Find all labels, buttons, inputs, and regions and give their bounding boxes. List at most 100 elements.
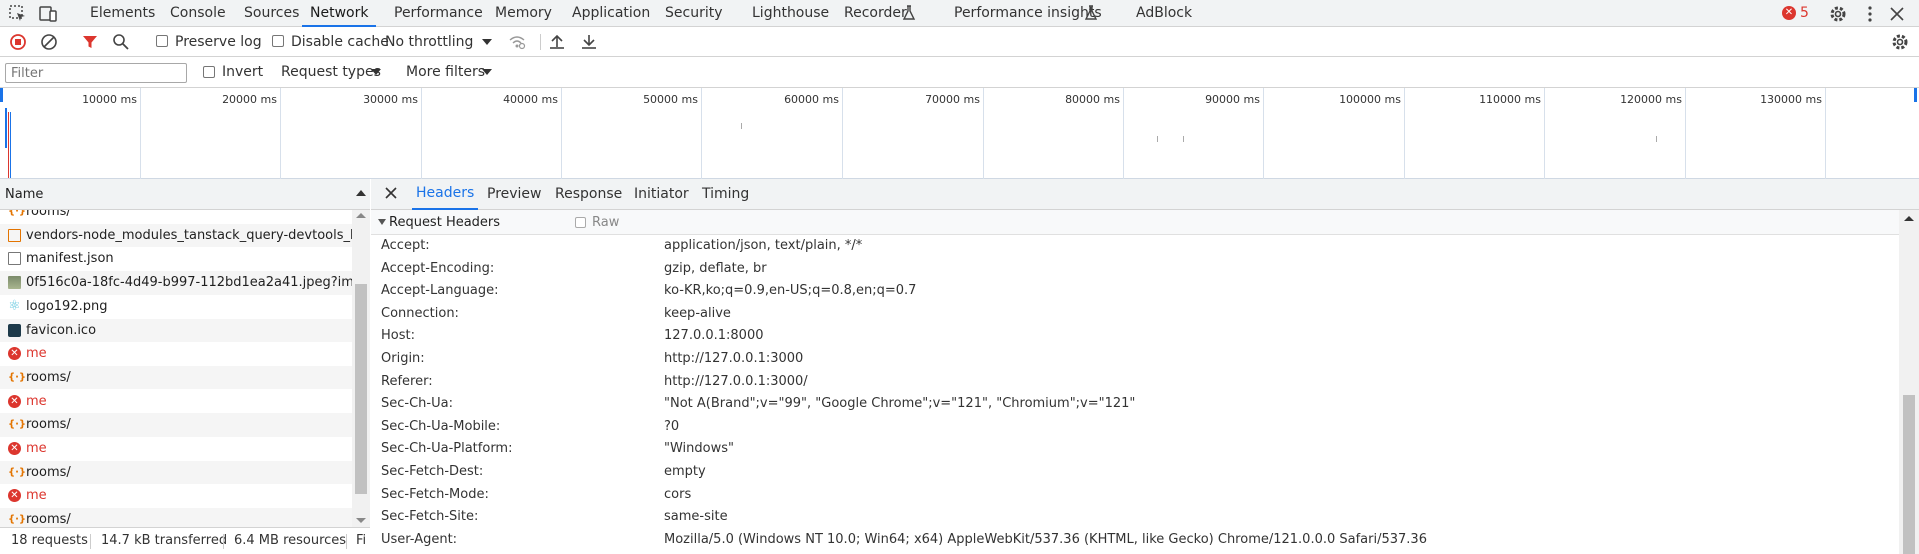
overview-left-handle[interactable] xyxy=(0,88,3,102)
status-divider xyxy=(346,534,347,549)
timeline-tick-label: 60000 ms xyxy=(784,93,839,106)
header-name: Accept-Encoding: xyxy=(381,260,495,276)
tab-performance[interactable]: Performance xyxy=(394,0,483,27)
request-headers-section[interactable]: Request Headers Raw xyxy=(371,210,1899,235)
request-bar-mark xyxy=(1157,136,1158,142)
network-settings-gear-icon[interactable] xyxy=(1890,32,1910,52)
request-row[interactable]: ⚛ logo192.png xyxy=(0,295,352,319)
more-options-icon[interactable] xyxy=(1860,4,1880,24)
chevron-down-icon[interactable] xyxy=(371,69,381,75)
tab-memory[interactable]: Memory xyxy=(495,0,552,27)
inspect-element-icon[interactable] xyxy=(8,4,28,24)
more-filters-dropdown[interactable]: More filters xyxy=(406,57,485,88)
details-scrollbar[interactable] xyxy=(1899,210,1919,554)
sort-ascending-icon[interactable] xyxy=(356,190,366,196)
timeline-tick-label: 10000 ms xyxy=(82,93,137,106)
header-value: gzip, deflate, br xyxy=(664,260,767,276)
tab-performance-insights[interactable]: Performance insights xyxy=(954,0,1102,27)
document-icon xyxy=(8,252,21,266)
request-row[interactable]: {·} rooms/ xyxy=(0,413,352,437)
scroll-up-icon[interactable] xyxy=(1904,216,1914,221)
device-toolbar-icon[interactable] xyxy=(38,4,58,24)
react-logo-icon: ⚛ xyxy=(8,297,21,314)
scroll-up-icon[interactable] xyxy=(356,213,366,218)
close-icon[interactable] xyxy=(383,185,399,201)
tab-adblock[interactable]: AdBlock xyxy=(1136,0,1192,27)
filter-bar: Invert Request types More filters xyxy=(0,57,1919,88)
tab-timing[interactable]: Timing xyxy=(702,179,749,210)
tab-console[interactable]: Console xyxy=(170,0,226,27)
name-column-header[interactable]: Name xyxy=(0,179,370,210)
error-icon: ✕ xyxy=(8,347,21,361)
tab-sources[interactable]: Sources xyxy=(244,0,299,27)
toolbar-divider xyxy=(540,34,541,50)
request-bar-mark xyxy=(741,123,742,129)
invert-label: Invert xyxy=(222,64,264,80)
scrollbar-thumb[interactable] xyxy=(355,284,367,494)
request-row[interactable]: favicon.ico xyxy=(0,318,352,342)
request-row[interactable]: ✕ me xyxy=(0,390,352,414)
tab-response[interactable]: Response xyxy=(555,179,622,210)
request-row[interactable]: vendors-node_modules_tanstack_query-devt… xyxy=(0,223,352,248)
disable-cache-checkbox[interactable] xyxy=(272,35,284,47)
overview-right-handle[interactable] xyxy=(1914,88,1917,102)
request-row[interactable]: 0f516c0a-18fc-4d49-b997-112bd1ea2a41.jpe… xyxy=(0,271,352,295)
error-icon: ✕ xyxy=(8,442,21,455)
preserve-log-checkbox[interactable] xyxy=(156,35,168,47)
filter-icon[interactable] xyxy=(80,32,100,52)
clear-icon[interactable] xyxy=(39,32,59,52)
invert-checkbox[interactable] xyxy=(203,66,215,78)
scroll-down-icon[interactable] xyxy=(356,518,366,523)
throttling-select[interactable]: No throttling xyxy=(385,27,473,57)
scrollbar-thumb[interactable] xyxy=(1903,395,1915,554)
request-name: me xyxy=(26,488,47,504)
tab-application[interactable]: Application xyxy=(572,0,650,27)
request-row[interactable]: {·} rooms/ xyxy=(0,210,352,224)
request-types-dropdown[interactable]: Request types xyxy=(281,57,381,88)
request-row[interactable]: ✕ me xyxy=(0,342,352,366)
timeline-tick-label: 90000 ms xyxy=(1205,93,1260,106)
request-row[interactable]: manifest.json xyxy=(0,247,352,271)
timeline-tick-label: 30000 ms xyxy=(363,93,418,106)
error-count[interactable]: 5 xyxy=(1800,0,1809,26)
request-row[interactable]: {·} rooms/ xyxy=(0,365,352,390)
gear-icon[interactable] xyxy=(1828,4,1848,24)
tab-recorder[interactable]: Recorder xyxy=(844,0,907,27)
filter-input[interactable] xyxy=(5,63,187,83)
request-row[interactable]: ✕ me xyxy=(0,437,352,461)
timeline-gridline xyxy=(1825,88,1826,179)
tab-network[interactable]: Network xyxy=(302,0,377,27)
tab-headers[interactable]: Headers xyxy=(412,179,479,210)
tab-initiator[interactable]: Initiator xyxy=(634,179,689,210)
error-icon: ✕ xyxy=(8,489,21,503)
tab-security[interactable]: Security xyxy=(665,0,723,27)
stop-recording-icon[interactable] xyxy=(8,32,28,52)
request-row[interactable]: {·} rooms/ xyxy=(0,460,352,485)
header-row: Referer: http://127.0.0.1:3000/ xyxy=(371,371,1899,394)
request-row[interactable]: {·} rooms/ xyxy=(0,508,352,527)
timeline-tick-label: 70000 ms xyxy=(925,93,980,106)
import-har-icon[interactable] xyxy=(547,32,567,52)
header-name: Accept: xyxy=(381,238,430,253)
chevron-down-icon[interactable] xyxy=(482,69,492,75)
header-name: User-Agent: xyxy=(381,531,458,547)
tab-preview[interactable]: Preview xyxy=(487,179,542,210)
tab-elements[interactable]: Elements xyxy=(90,0,155,27)
error-badge-icon[interactable]: ✕ xyxy=(1782,6,1796,20)
tab-lighthouse[interactable]: Lighthouse xyxy=(752,0,829,27)
header-row: Origin: http://127.0.0.1:3000 xyxy=(371,348,1899,371)
request-list-scrollbar[interactable] xyxy=(352,210,370,527)
network-overview-timeline[interactable]: 10000 ms 20000 ms 30000 ms 40000 ms 50000 ms… xyxy=(0,88,1919,179)
chevron-down-icon[interactable] xyxy=(482,39,492,45)
raw-checkbox[interactable] xyxy=(575,217,586,228)
export-har-icon[interactable] xyxy=(579,32,599,52)
triangle-down-icon[interactable] xyxy=(378,219,386,225)
search-icon[interactable] xyxy=(111,32,131,52)
dom-content-loaded-line xyxy=(10,112,11,178)
request-name: logo192.png xyxy=(26,298,108,314)
header-value: same-site xyxy=(664,509,728,525)
header-row: Accept: application/json, text/plain, */* xyxy=(371,235,1899,258)
close-devtools-icon[interactable] xyxy=(1887,4,1907,24)
network-conditions-icon[interactable] xyxy=(507,32,527,52)
request-row[interactable]: ✕ me xyxy=(0,484,352,508)
